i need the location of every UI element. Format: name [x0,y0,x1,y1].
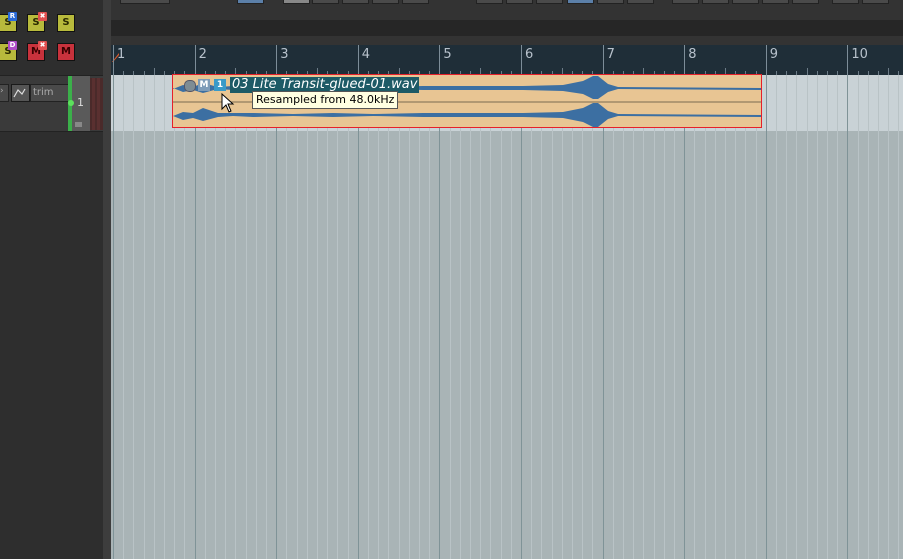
bar-number-label: 9 [769,47,779,62]
bar-tick [684,45,686,75]
item-mute-button[interactable]: M [198,79,210,91]
panel-divider[interactable] [103,0,111,559]
badge-x: ✖ [38,41,47,50]
bar-number-label: 6 [525,47,534,62]
sub-tick [153,68,155,75]
track-header[interactable]: › trim 1 [0,75,103,132]
empty-arrange-area[interactable] [111,131,903,559]
fx-label: trim [33,87,54,98]
toolbar-button[interactable] [120,0,170,4]
badge-r: R [8,12,17,21]
bar-number-label: 10 [851,47,868,62]
toolbar-button[interactable] [862,0,889,4]
bar-number-label: 7 [606,47,615,62]
bar-tick [521,45,522,75]
record-arm-indicator [68,100,74,106]
toolbar-button[interactable] [506,0,533,4]
toolbar-button[interactable] [762,0,789,4]
envelope-icon [13,88,26,98]
toolbar-button[interactable] [476,0,503,4]
sub-tick [888,68,890,75]
track-number: 1 [77,96,84,109]
toolbar-button[interactable] [536,0,563,4]
bar-tick [439,45,441,75]
collapse-toggle[interactable]: › [0,84,9,102]
envelope-button[interactable] [11,84,30,102]
fx-slot[interactable]: trim [30,84,70,102]
timeline-ruler[interactable]: 1 2 3 4 5 6 7 8 9 10 [111,45,903,75]
bar-tick [194,45,196,75]
bar-number-label: 5 [443,47,452,62]
mute-button[interactable]: M [57,43,75,61]
bar-number-label: 2 [198,47,207,62]
toolbar-button[interactable] [627,0,654,4]
bar-number-label: 4 [361,47,371,62]
toolbar-button[interactable] [372,0,399,4]
bar-number-label: 1 [117,47,126,62]
bar-tick [847,45,849,75]
toolbar-button[interactable] [402,0,429,4]
chevron-right-icon: › [0,86,4,96]
toolbar-button[interactable] [342,0,369,4]
toolbar-button[interactable] [792,0,819,4]
bar-number-label: 8 [688,47,697,62]
take-number-badge[interactable]: 1 [214,79,226,91]
toolbar-button[interactable] [283,0,310,4]
badge-x: ✖ [38,12,47,21]
sub-tick [806,68,808,75]
toolbar-button[interactable] [597,0,624,4]
toolbar-button[interactable] [832,0,859,4]
solo-button[interactable]: S [57,14,75,32]
bar-tick [357,45,359,75]
folder-icon [75,122,82,127]
track-meter [90,78,103,130]
toolbar-row [111,20,903,36]
mouse-cursor-icon [221,93,235,113]
bar-tick [765,45,767,75]
resample-tooltip: Resampled from 48.0kHz [252,91,399,109]
toolbar-button[interactable] [237,0,264,4]
badge-d: D [8,41,17,50]
bar-tick [113,45,114,75]
bar-number-label: 3 [280,47,289,62]
track-number-area[interactable]: 1 [68,76,90,131]
toolbar-button[interactable] [732,0,759,4]
toolbar-button[interactable] [672,0,699,4]
toolbar-button[interactable] [567,0,594,4]
toolbar-button[interactable] [702,0,729,4]
bar-tick [276,45,278,75]
toolbar-button[interactable] [312,0,339,4]
bar-tick [602,45,604,75]
item-lock-icon[interactable] [184,80,196,92]
